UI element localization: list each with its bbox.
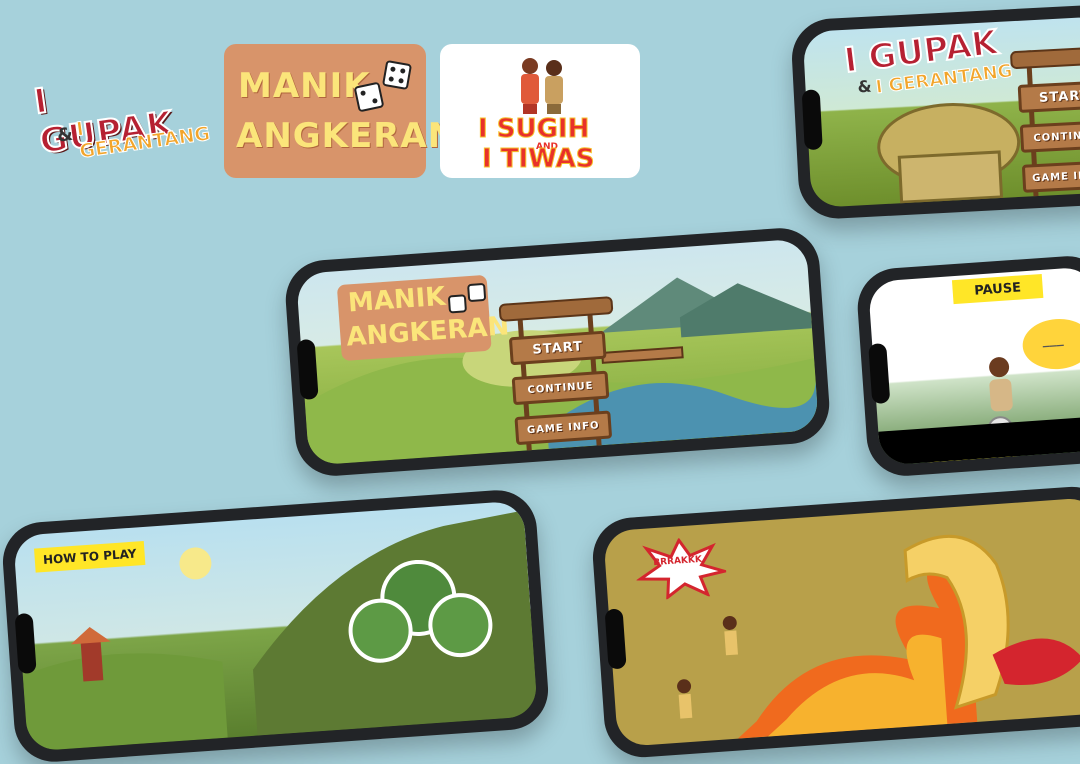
- sugih-logo-line1: I SUGIH: [477, 114, 590, 145]
- dice-icon: [381, 59, 413, 91]
- phone-runner-game: PAUSE ___ JUMP: [855, 253, 1080, 479]
- dynamic-island: [801, 89, 823, 151]
- dice-icon: [353, 81, 385, 113]
- hut-illustration: [877, 103, 1021, 204]
- manik-angkeran-logo: MANIK ANGKERAN: [224, 44, 456, 178]
- gupak-logo: I GUPAK & I GERANTANG: [30, 54, 212, 164]
- runner-screen: PAUSE ___ JUMP: [867, 266, 1080, 466]
- battle-illustration: [677, 534, 1080, 739]
- gupak-menu-amp: &: [857, 76, 872, 97]
- battle-screen: BRRAKKK: [603, 496, 1080, 748]
- gupak-logo-amp: &: [55, 123, 75, 147]
- manik-logo-line1: MANIK: [238, 66, 371, 106]
- gupak-continue-button[interactable]: CONTINUE: [1019, 120, 1080, 153]
- dice-icon: [467, 282, 487, 303]
- dice-icon: [447, 294, 468, 314]
- sugih-logo-line2: I TIWAS: [482, 144, 595, 175]
- pause-button[interactable]: PAUSE: [951, 273, 1044, 305]
- sign-plank: [1009, 45, 1080, 70]
- gupak-game-info-button[interactable]: GAME INFO: [1021, 160, 1080, 193]
- phone-gupak-menu: I GUPAK & I GERANTANG START CONTINUE GAM…: [789, 3, 1080, 221]
- manik-menu-screen: MANIK ANGKERAN START CONTINUE GAME INFO: [295, 238, 820, 466]
- phone-how-to-play: HOW TO PLAY: [0, 487, 551, 764]
- how-to-play-screen: HOW TO PLAY: [13, 500, 538, 752]
- gupak-start-button[interactable]: START: [1017, 80, 1080, 113]
- gupak-menu-screen: I GUPAK & I GERANTANG START CONTINUE GAM…: [802, 16, 1080, 208]
- burst-icon: [635, 537, 728, 601]
- sugih-tiwas-logo: I SUGIH AND I TIWAS: [440, 44, 640, 178]
- characters-illustration: [521, 58, 563, 114]
- phone-manik-menu: MANIK ANGKERAN START CONTINUE GAME INFO: [283, 225, 832, 479]
- speech-bubble-text: ___: [1041, 330, 1064, 349]
- terrain-illustration: [22, 510, 538, 752]
- manik-logo-line2: ANGKERAN: [236, 116, 458, 156]
- phone-battle: BRRAKKK: [590, 484, 1080, 760]
